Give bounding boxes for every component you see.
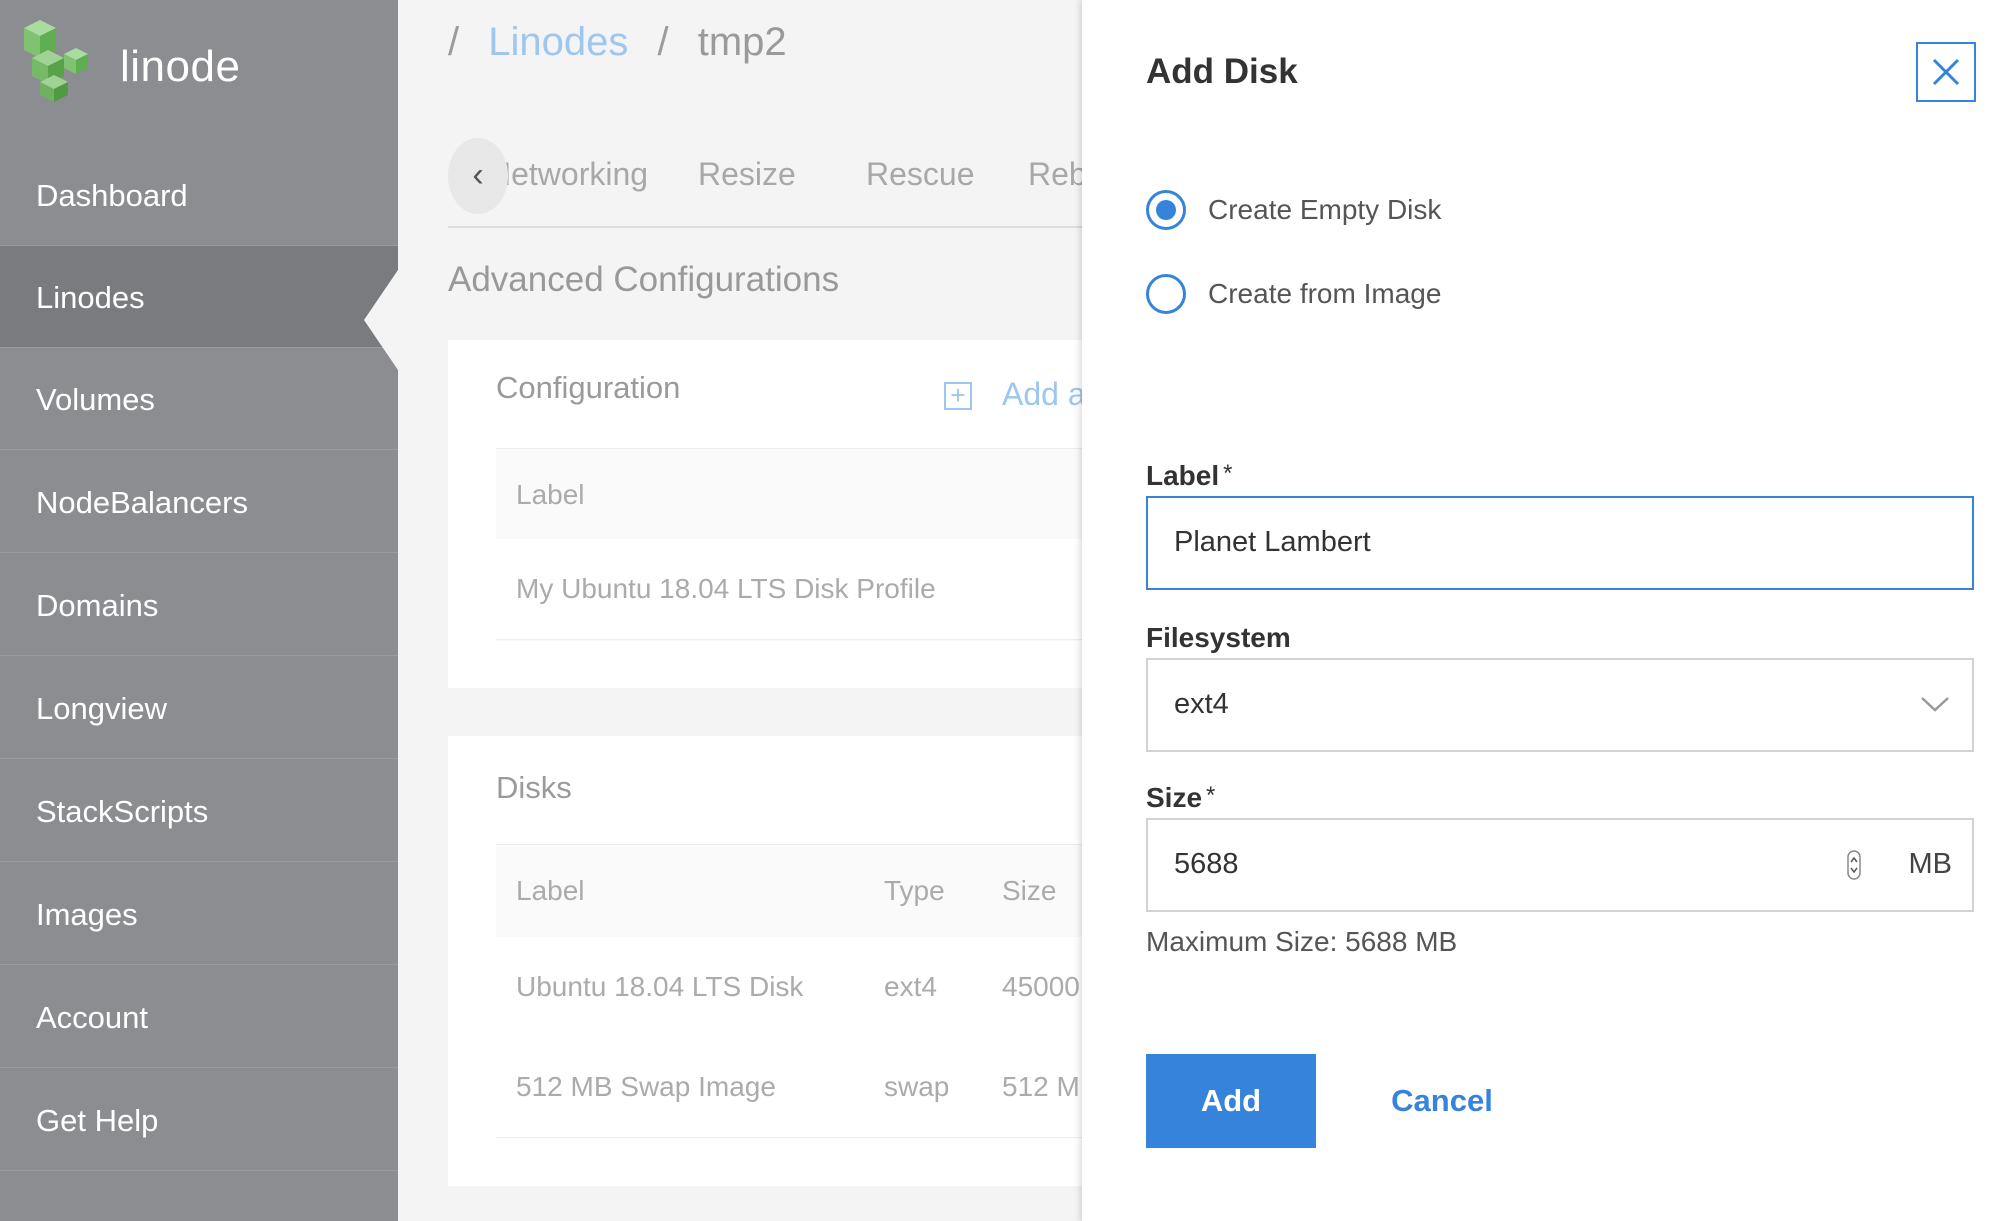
- main-content: / Linodes / tmp2 Networking ‹ Resize Res…: [398, 0, 1082, 1221]
- disk-size: 45000 MB: [1002, 971, 1082, 1002]
- radio-button-checked[interactable]: [1146, 190, 1186, 230]
- filesystem-value: ext4: [1174, 688, 1229, 720]
- sidebar-item-stackscripts[interactable]: StackScripts: [0, 760, 398, 862]
- filesystem-select[interactable]: ext4: [1146, 658, 1974, 752]
- tab-bar: Networking ‹ Resize Rescue Rebuild: [448, 132, 1082, 228]
- cancel-button[interactable]: Cancel: [1372, 1054, 1512, 1148]
- breadcrumb-separator: /: [657, 20, 669, 64]
- column-header-label: Label: [516, 479, 585, 510]
- sidebar-item-label: Longview: [36, 691, 167, 726]
- tab-rescue[interactable]: Rescue: [866, 156, 975, 193]
- disk-type: ext4: [884, 971, 937, 1002]
- config-label: My Ubuntu 18.04 LTS Disk Profile: [516, 573, 936, 604]
- sidebar-item-label: Images: [36, 897, 138, 932]
- chevron-down-icon: [1921, 697, 1949, 712]
- table-row[interactable]: My Ubuntu 18.04 LTS Disk Profile: [496, 539, 1082, 640]
- logo-text: linode: [120, 42, 241, 91]
- configuration-card: Configuration + Add a Configuration Labe…: [448, 340, 1082, 688]
- disk-label: Ubuntu 18.04 LTS Disk: [516, 971, 804, 1002]
- add-button[interactable]: Add: [1146, 1054, 1316, 1148]
- label-input-value: Planet Lambert: [1174, 526, 1371, 558]
- table-row[interactable]: Ubuntu 18.04 LTS Disk ext4 45000 MB: [496, 937, 1082, 1038]
- sidebar-item-get-help[interactable]: Get Help: [0, 1069, 398, 1171]
- sidebar-item-longview[interactable]: Longview: [0, 657, 398, 759]
- sidebar-item-label: Dashboard: [36, 178, 188, 213]
- disks-card: Disks Label Type Size Ubuntu 18.04 LTS D…: [448, 736, 1082, 1186]
- section-title: Advanced Configurations: [448, 260, 840, 299]
- size-input-value: 5688: [1174, 848, 1239, 880]
- column-header-type: Type: [884, 875, 945, 906]
- required-mark: *: [1223, 460, 1233, 487]
- size-unit: MB: [1908, 848, 1953, 880]
- linode-logo[interactable]: linode: [18, 14, 278, 104]
- tab-resize[interactable]: Resize: [698, 156, 796, 193]
- sidebar-item-linodes[interactable]: Linodes: [0, 246, 398, 370]
- table-row[interactable]: 512 MB Swap Image swap 512 MB: [496, 1037, 1082, 1138]
- sidebar: linode Dashboard Linodes Volumes NodeBal…: [0, 0, 398, 1221]
- label-input[interactable]: Planet Lambert: [1146, 496, 1974, 590]
- column-header-label: Label: [516, 875, 585, 906]
- tab-networking[interactable]: Networking: [488, 156, 648, 193]
- add-configuration-link[interactable]: Add a Configuration: [1002, 376, 1082, 413]
- disk-type: swap: [884, 1071, 950, 1102]
- configuration-title: Configuration: [496, 370, 681, 405]
- breadcrumb: / Linodes / tmp2: [448, 20, 787, 65]
- sidebar-item-account[interactable]: Account: [0, 966, 398, 1068]
- table-header: Label: [496, 449, 1082, 540]
- filesystem-field-label: Filesystem: [1146, 622, 1291, 653]
- sidebar-item-label: StackScripts: [36, 794, 209, 829]
- disk-size: 512 MB: [1002, 1071, 1082, 1102]
- radio-button-unchecked[interactable]: [1146, 274, 1186, 314]
- maximum-size-helper: Maximum Size: 5688 MB: [1146, 926, 1458, 957]
- sidebar-item-nodebalancers[interactable]: NodeBalancers: [0, 451, 398, 553]
- radio-label: Create Empty Disk: [1208, 194, 1442, 225]
- size-input[interactable]: 5688 MB: [1146, 818, 1974, 912]
- close-button[interactable]: [1916, 42, 1976, 102]
- sidebar-item-label: Get Help: [36, 1103, 159, 1138]
- table-header: Label Type Size: [496, 845, 1082, 938]
- sidebar-item-label: Volumes: [36, 382, 155, 417]
- add-disk-drawer: Add Disk Create Empty Disk Create from I…: [1082, 0, 2016, 1221]
- sidebar-item-label: Linodes: [36, 280, 145, 315]
- configuration-table: Label My Ubuntu 18.04 LTS Disk Profile: [496, 448, 1082, 641]
- tab-rebuild[interactable]: Rebuild: [1028, 156, 1082, 193]
- column-header-size: Size: [1002, 875, 1057, 906]
- radio-label: Create from Image: [1208, 278, 1442, 309]
- drawer-title: Add Disk: [1146, 52, 1298, 91]
- disks-title: Disks: [496, 770, 572, 805]
- sidebar-item-domains[interactable]: Domains: [0, 554, 398, 656]
- close-icon: [1932, 58, 1960, 86]
- required-mark: *: [1206, 782, 1216, 809]
- breadcrumb-current: tmp2: [697, 20, 787, 64]
- sidebar-item-label: Domains: [36, 588, 159, 623]
- chevron-left-icon: ‹: [472, 156, 484, 194]
- breadcrumb-link-linodes[interactable]: Linodes: [488, 20, 628, 64]
- breadcrumb-separator: /: [448, 20, 460, 64]
- plus-icon: +: [944, 382, 972, 410]
- sidebar-item-label: Account: [36, 1000, 149, 1035]
- label-field-label: Label *: [1146, 460, 1233, 491]
- disk-label: 512 MB Swap Image: [516, 1071, 776, 1102]
- disks-table: Label Type Size Ubuntu 18.04 LTS Disk ex…: [496, 844, 1082, 1138]
- tab-scroll-left-button[interactable]: ‹: [448, 138, 508, 214]
- linode-cube-icon: [24, 20, 88, 102]
- sidebar-item-volumes[interactable]: Volumes: [0, 348, 398, 450]
- number-stepper-icon[interactable]: [1847, 850, 1861, 880]
- sidebar-item-dashboard[interactable]: Dashboard: [0, 144, 398, 246]
- size-field-label: Size *: [1146, 782, 1216, 813]
- sidebar-item-label: NodeBalancers: [36, 485, 248, 520]
- sidebar-item-images[interactable]: Images: [0, 863, 398, 965]
